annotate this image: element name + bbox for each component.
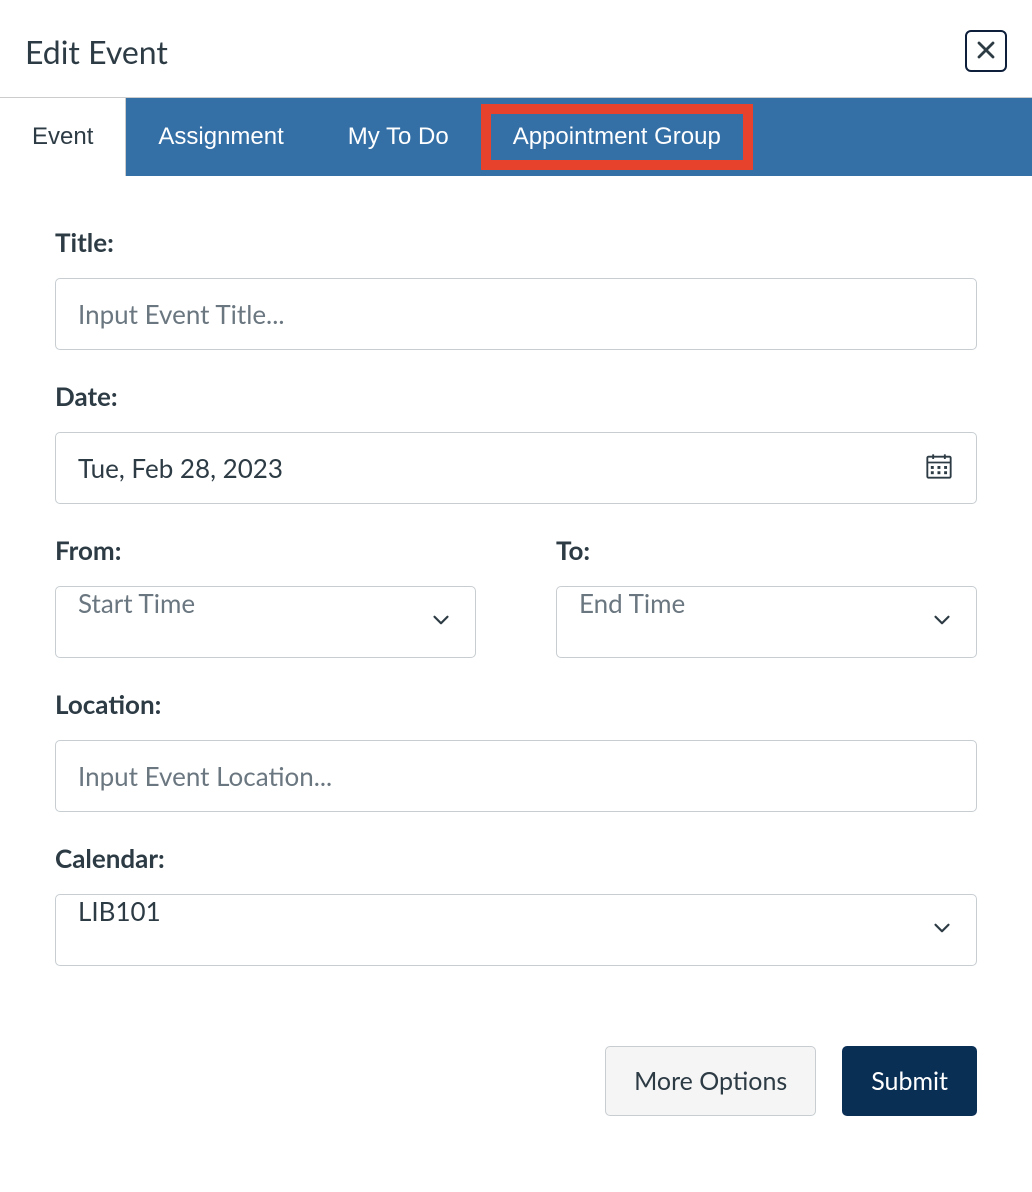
more-options-button[interactable]: More Options [605,1046,816,1116]
field-date: Date: [55,380,977,504]
location-input[interactable] [55,740,977,812]
tab-appointment-group[interactable]: Appointment Group [481,104,753,170]
dialog-title: Edit Event [25,32,168,71]
field-from: From: Start Time [55,534,476,658]
calendar-label: Calendar: [55,842,977,874]
title-input[interactable] [55,278,977,350]
event-form: Title: Date: [0,176,1032,1026]
date-label: Date: [55,380,977,412]
tabs: Event Assignment My To Do Appointment Gr… [0,98,1032,176]
tab-assignment[interactable]: Assignment [126,98,315,176]
to-label: To: [556,534,977,566]
to-time-select[interactable]: End Time [556,586,977,658]
close-button[interactable] [965,30,1007,72]
field-location: Location: [55,688,977,812]
tab-my-todo[interactable]: My To Do [316,98,481,176]
field-title: Title: [55,226,977,350]
location-label: Location: [55,688,977,720]
dialog-header: Edit Event [0,0,1032,97]
tab-event[interactable]: Event [0,97,126,176]
field-calendar: Calendar: LIB101 [55,842,977,966]
dialog-actions: More Options Submit [0,1026,1032,1156]
calendar-select[interactable]: LIB101 [55,894,977,966]
tabs-container: Event Assignment My To Do Appointment Gr… [0,97,1032,176]
title-label: Title: [55,226,977,258]
from-time-select[interactable]: Start Time [55,586,476,658]
submit-button[interactable]: Submit [842,1046,977,1116]
date-input[interactable] [55,432,977,504]
from-label: From: [55,534,476,566]
field-to: To: End Time [556,534,977,658]
edit-event-dialog: Edit Event Event Assignment My To Do App… [0,0,1032,1156]
close-icon [976,40,996,63]
